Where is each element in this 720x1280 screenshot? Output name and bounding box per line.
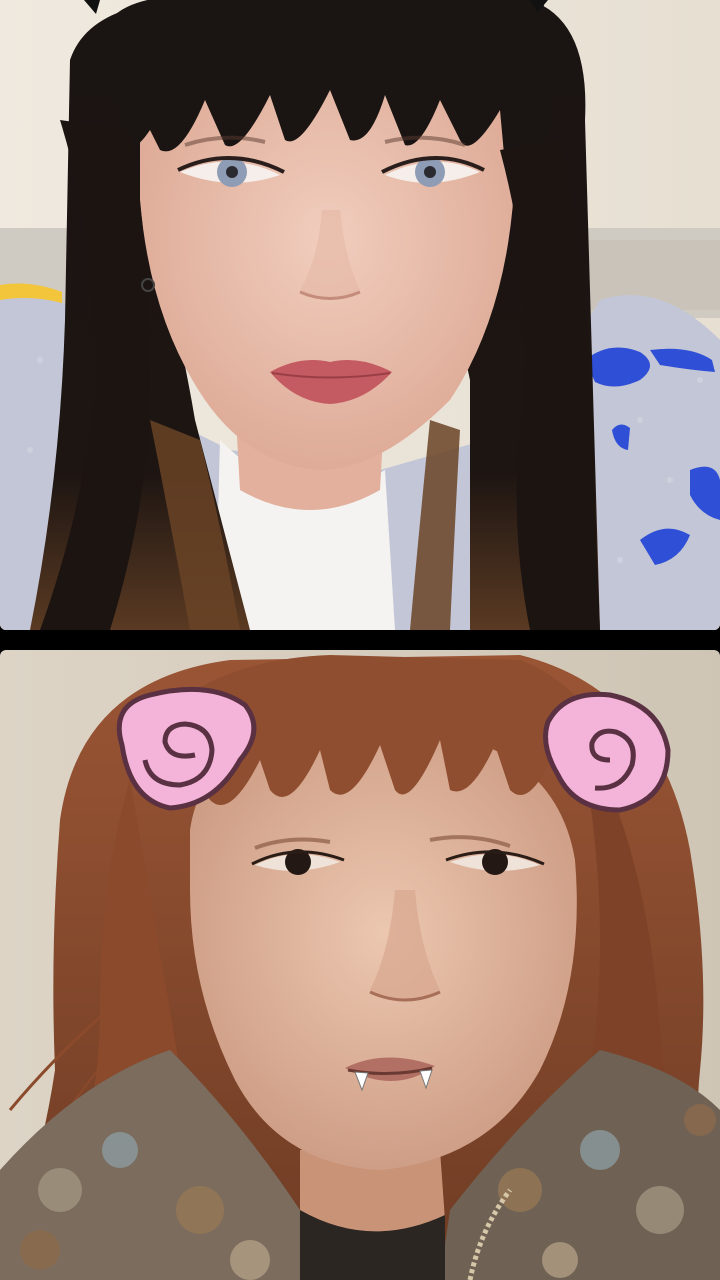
bottom-participant-video[interactable] [0, 650, 720, 1280]
top-participant-video[interactable] [0, 0, 720, 630]
live-split-screen [0, 0, 720, 1280]
guest-camera-feed [0, 650, 720, 1280]
host-camera-feed [0, 0, 720, 630]
